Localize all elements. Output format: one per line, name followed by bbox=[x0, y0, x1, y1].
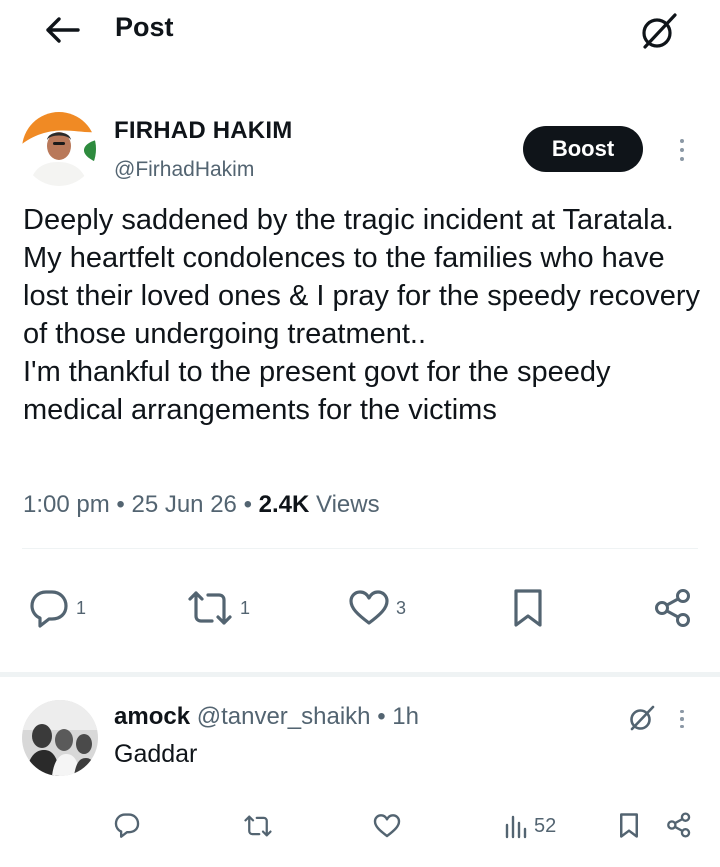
arrow-left-icon bbox=[46, 17, 80, 43]
more-options-button[interactable] bbox=[672, 134, 692, 166]
analytics-icon bbox=[505, 815, 527, 839]
reply-repost-action[interactable] bbox=[243, 814, 273, 838]
reply-author-avatar[interactable] bbox=[22, 700, 98, 776]
boost-button[interactable]: Boost bbox=[523, 126, 643, 172]
post-paragraph: Deeply saddened by the tragic incident a… bbox=[23, 204, 701, 350]
reply-author-handle[interactable]: @tanver_shaikh bbox=[197, 703, 371, 730]
reply-author-name[interactable]: amock bbox=[114, 703, 190, 730]
divider bbox=[22, 548, 698, 549]
reply-bookmark-action[interactable] bbox=[618, 812, 640, 839]
bookmark-action[interactable] bbox=[511, 588, 545, 628]
like-count: 3 bbox=[396, 597, 407, 618]
top-bar: Post bbox=[0, 0, 720, 60]
more-dot bbox=[680, 139, 684, 143]
share-action[interactable] bbox=[653, 588, 693, 628]
author-avatar[interactable] bbox=[22, 112, 96, 186]
reply-text: Gaddar bbox=[114, 740, 198, 768]
page-title: Post bbox=[115, 12, 174, 42]
meta-separator: • bbox=[243, 491, 252, 518]
post-paragraph: I'm thankful to the present govt for the… bbox=[23, 356, 611, 426]
reply-like-action[interactable] bbox=[373, 814, 401, 838]
back-button[interactable] bbox=[44, 13, 80, 47]
section-divider bbox=[0, 672, 720, 677]
share-icon bbox=[655, 589, 690, 627]
repost-icon bbox=[244, 815, 272, 837]
heart-icon bbox=[373, 814, 401, 838]
more-dot bbox=[680, 724, 684, 729]
reply-icon bbox=[30, 590, 68, 628]
post-text: Deeply saddened by the tragic incident a… bbox=[23, 201, 703, 429]
reply-views-count: 52 bbox=[534, 814, 557, 837]
grok-icon bbox=[630, 705, 655, 731]
heart-icon bbox=[349, 590, 389, 625]
views-count[interactable]: 2.4K bbox=[259, 491, 310, 518]
author-handle[interactable]: @FirhadHakim bbox=[114, 158, 254, 182]
reply-header: amock @tanver_shaikh • 1h bbox=[114, 703, 419, 731]
bookmark-icon bbox=[514, 589, 542, 627]
grok-button[interactable] bbox=[636, 8, 682, 54]
more-dot bbox=[680, 157, 684, 161]
reply-action[interactable]: 1 bbox=[28, 588, 86, 628]
repost-count: 1 bbox=[240, 597, 251, 618]
more-dot bbox=[680, 709, 684, 714]
bookmark-icon bbox=[620, 813, 638, 838]
reply-count: 1 bbox=[76, 597, 87, 618]
like-action[interactable]: 3 bbox=[348, 590, 406, 626]
repost-action[interactable]: 1 bbox=[186, 590, 250, 626]
reply-share-action[interactable] bbox=[666, 812, 692, 838]
post-meta: 1:00 pm • 25 Jun 26 • 2.4K Views bbox=[23, 491, 380, 519]
reply-reply-action[interactable] bbox=[113, 812, 141, 838]
author-name[interactable]: FIRHAD HAKIM bbox=[114, 117, 292, 145]
share-icon bbox=[667, 812, 691, 838]
post-date: 25 Jun 26 bbox=[131, 491, 237, 518]
reply-grok-button[interactable] bbox=[626, 702, 658, 734]
views-label[interactable]: Views bbox=[316, 491, 380, 518]
reply-views-action[interactable]: 52 bbox=[504, 813, 556, 839]
reply-more-button[interactable] bbox=[675, 707, 689, 731]
reply-time: 1h bbox=[392, 703, 419, 730]
meta-separator: • bbox=[377, 703, 386, 730]
repost-icon bbox=[188, 591, 232, 625]
post-time: 1:00 pm bbox=[23, 491, 110, 518]
grok-icon bbox=[642, 13, 677, 49]
reply-icon bbox=[114, 813, 140, 838]
meta-separator: • bbox=[116, 491, 125, 518]
more-dot bbox=[680, 717, 684, 721]
more-dot bbox=[680, 148, 684, 152]
